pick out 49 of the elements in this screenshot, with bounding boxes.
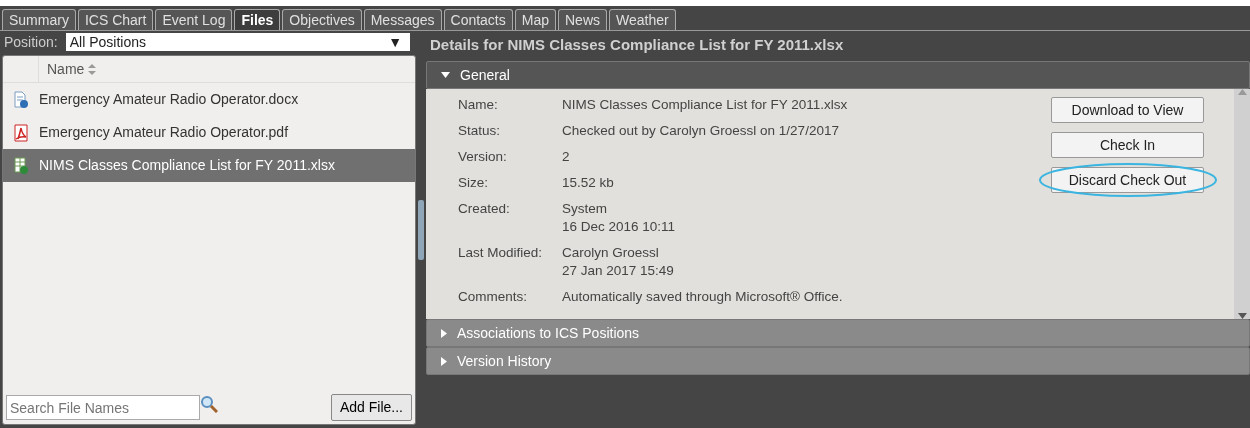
tab[interactable]: ICS Chart <box>77 9 154 30</box>
field-value: Carolyn Groessl 27 Jan 2017 15:49 <box>562 244 674 280</box>
field-label: Size: <box>458 174 489 192</box>
tab[interactable]: Objectives <box>282 9 362 30</box>
section-header[interactable]: Version History <box>426 347 1250 375</box>
field-value: 2 <box>562 148 570 166</box>
details-title: Details for NIMS Classes Compliance List for FY 2011.xlsx <box>429 35 845 55</box>
field-label: Created: <box>458 200 511 218</box>
search-icon[interactable] <box>200 394 218 413</box>
field-value: 15.52 kb <box>562 174 614 192</box>
column-header[interactable]: Name <box>39 58 97 80</box>
section-header[interactable]: Associations to ICS Positions <box>426 319 1250 347</box>
file-row[interactable]: Emergency Amateur Radio Operator.docx <box>3 83 415 116</box>
tab[interactable]: Event Log <box>155 9 233 30</box>
document-icon <box>13 90 29 109</box>
field-value: NIMS Classes Compliance List for FY 2011.xlsx <box>562 96 848 114</box>
scrollbar[interactable] <box>1234 89 1250 319</box>
tab[interactable]: Summary <box>2 9 76 30</box>
search-field[interactable]: Search File Names <box>6 395 200 420</box>
action-button[interactable]: Discard Check Out <box>1051 167 1204 193</box>
tab[interactable]: Map <box>514 9 556 30</box>
collapse-arrow-icon <box>441 328 447 338</box>
file-row[interactable]: Emergency Amateur Radio Operator.pdf <box>3 116 415 149</box>
tab[interactable]: News <box>558 9 607 30</box>
tab[interactable]: Weather <box>609 9 676 30</box>
field-label: Last Modified: <box>458 244 544 262</box>
action-button[interactable]: Check In <box>1051 132 1204 158</box>
field-value: Checked out by Carolyn Groessl on 1/27/2017 <box>562 122 839 140</box>
position-label: Position: <box>4 32 58 52</box>
field-label: Status: <box>458 122 502 140</box>
field-label: Comments: <box>458 288 529 306</box>
expand-arrow-icon <box>441 72 450 78</box>
tab[interactable]: Files <box>234 9 281 30</box>
sort-icon <box>88 64 97 76</box>
tab[interactable]: Messages <box>363 9 442 30</box>
tab[interactable]: Contacts <box>443 9 513 30</box>
pdf-icon <box>13 123 29 142</box>
file-row[interactable]: NIMS Classes Compliance List for FY 2011.xlsx <box>3 149 415 182</box>
field-label: Version: <box>458 148 508 166</box>
field-value: Automatically saved through Microsoft® Office. <box>562 288 843 306</box>
add-file-button[interactable]: Add File... <box>330 394 412 421</box>
field-value: System 16 Dec 2016 10:11 <box>562 200 676 236</box>
position-dropdown[interactable]: All Positions ▼ <box>65 33 410 51</box>
section-header[interactable]: General <box>426 61 1250 89</box>
splitter-handle[interactable] <box>418 199 424 260</box>
action-button[interactable]: Download to View <box>1051 97 1204 123</box>
field-label: Name: <box>458 96 499 114</box>
spreadsheet-icon <box>13 156 29 175</box>
collapse-arrow-icon <box>441 356 447 366</box>
